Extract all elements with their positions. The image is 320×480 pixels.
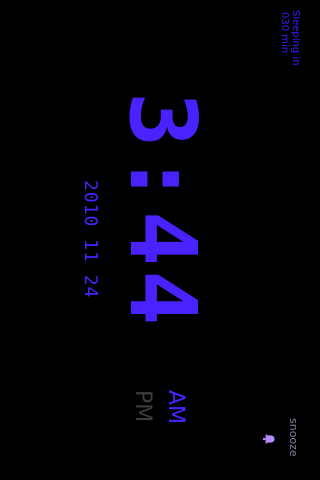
bell-icon <box>262 434 275 444</box>
clock-time: 3:44 <box>109 92 216 330</box>
sleep-timer-value: 030 min <box>279 12 290 54</box>
snooze-label: snooze <box>287 418 300 457</box>
am-indicator: AM <box>163 390 188 425</box>
sleep-timer-label: Sleeping in <box>290 10 301 66</box>
clock-screen: Sleeping in 030 min 3:44 AM PM 2010 11 2… <box>0 0 320 480</box>
clock-date: 2010 11 24 <box>80 180 101 299</box>
pm-indicator: PM <box>130 390 155 423</box>
